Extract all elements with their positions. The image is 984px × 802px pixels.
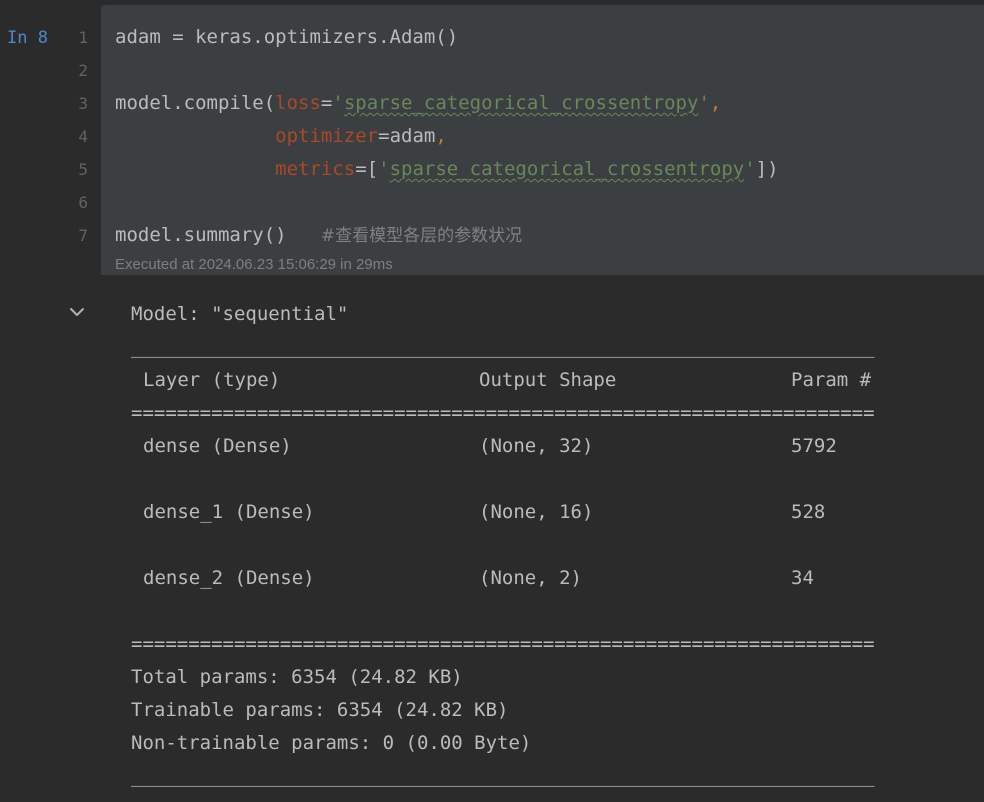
- trainable-params: Trainable params: 6354 (24.82 KB): [131, 699, 509, 721]
- line-number: 1: [78, 28, 88, 47]
- code-line-1[interactable]: adam = keras.optimizers.Adam(): [115, 21, 779, 54]
- code-text: model.summary(): [115, 224, 287, 246]
- param-count: 528: [791, 501, 826, 523]
- separator-line: ========================================…: [131, 633, 875, 655]
- operator: =: [320, 92, 333, 114]
- header-layer: Layer (type): [143, 369, 281, 391]
- code-line-2[interactable]: [115, 54, 779, 87]
- string-quote: ': [698, 92, 710, 114]
- header-param: Param #: [791, 369, 872, 391]
- line-number: 4: [78, 127, 88, 146]
- total-params: Total params: 6354 (24.82 KB): [131, 666, 463, 688]
- table-row: dense (Dense) (None, 32) 5792: [131, 430, 931, 463]
- separator-line: ________________________________________…: [131, 765, 875, 787]
- code-comment: #查看模型各层的参数状况: [320, 226, 523, 246]
- cell-label: In 8: [7, 28, 48, 48]
- output-shape: (None, 32): [479, 435, 594, 457]
- code-editor[interactable]: adam = keras.optimizers.Adam() model.com…: [115, 21, 779, 252]
- code-text: adam = keras.optimizers.Adam(): [115, 26, 459, 48]
- keyword-argument: loss: [275, 92, 321, 114]
- chevron-down-icon[interactable]: [67, 302, 87, 322]
- code-line-6[interactable]: [115, 186, 779, 219]
- line-number: 3: [78, 94, 88, 113]
- non-trainable-params: Non-trainable params: 0 (0.00 Byte): [131, 732, 532, 754]
- header-output-shape: Output Shape: [479, 369, 617, 391]
- line-number: 6: [78, 193, 88, 212]
- code-line-5[interactable]: metrics=['sparse_categorical_crossentrop…: [115, 153, 779, 186]
- string-literal: sparse_categorical_crossentropy: [389, 158, 745, 180]
- model-name-line: Model: "sequential": [131, 303, 349, 325]
- comma: ,: [709, 92, 722, 114]
- keyword-argument: metrics: [275, 158, 356, 180]
- string-quote: ': [378, 158, 390, 180]
- layer-name: dense_1 (Dense): [143, 501, 315, 523]
- param-count: 34: [791, 567, 814, 589]
- output-shape: (None, 16): [479, 501, 594, 523]
- line-number: 2: [78, 61, 88, 80]
- line-number: 7: [78, 226, 88, 245]
- bracket: ]): [755, 158, 779, 180]
- separator-line: ========================================…: [131, 402, 875, 424]
- string-quote: ': [332, 92, 344, 114]
- operator: =: [355, 158, 367, 180]
- table-row: dense_1 (Dense) (None, 16) 528: [131, 496, 931, 529]
- comma: ,: [435, 125, 447, 147]
- operator: =: [378, 125, 390, 147]
- keyword-argument: optimizer: [275, 125, 379, 147]
- code-line-7[interactable]: model.summary() #查看模型各层的参数状况: [115, 219, 779, 252]
- layer-name: dense_2 (Dense): [143, 567, 315, 589]
- separator-line: ________________________________________…: [131, 336, 875, 358]
- table-row: dense_2 (Dense) (None, 2) 34: [131, 562, 931, 595]
- output-shape: (None, 2): [479, 567, 582, 589]
- code-text: adam: [389, 125, 436, 147]
- execution-info: Executed at 2024.06.23 15:06:29 in 29ms: [115, 256, 393, 273]
- string-quote: ': [744, 158, 756, 180]
- code-text: model.compile(: [115, 92, 276, 114]
- table-header: Layer (type) Output Shape Param #: [131, 364, 931, 397]
- code-cell[interactable]: adam = keras.optimizers.Adam() model.com…: [101, 5, 984, 275]
- line-number: 5: [78, 160, 88, 179]
- code-line-3[interactable]: model.compile(loss='sparse_categorical_c…: [115, 87, 779, 120]
- line-number-gutter: 1 2 3 4 5 6 7: [60, 21, 88, 252]
- code-line-4[interactable]: optimizer=adam,: [115, 120, 779, 153]
- cell-output: Model: "sequential" ____________________…: [131, 298, 875, 787]
- string-literal: sparse_categorical_crossentropy: [343, 92, 699, 114]
- param-count: 5792: [791, 435, 837, 457]
- layer-name: dense (Dense): [143, 435, 292, 457]
- bracket: [: [366, 158, 379, 180]
